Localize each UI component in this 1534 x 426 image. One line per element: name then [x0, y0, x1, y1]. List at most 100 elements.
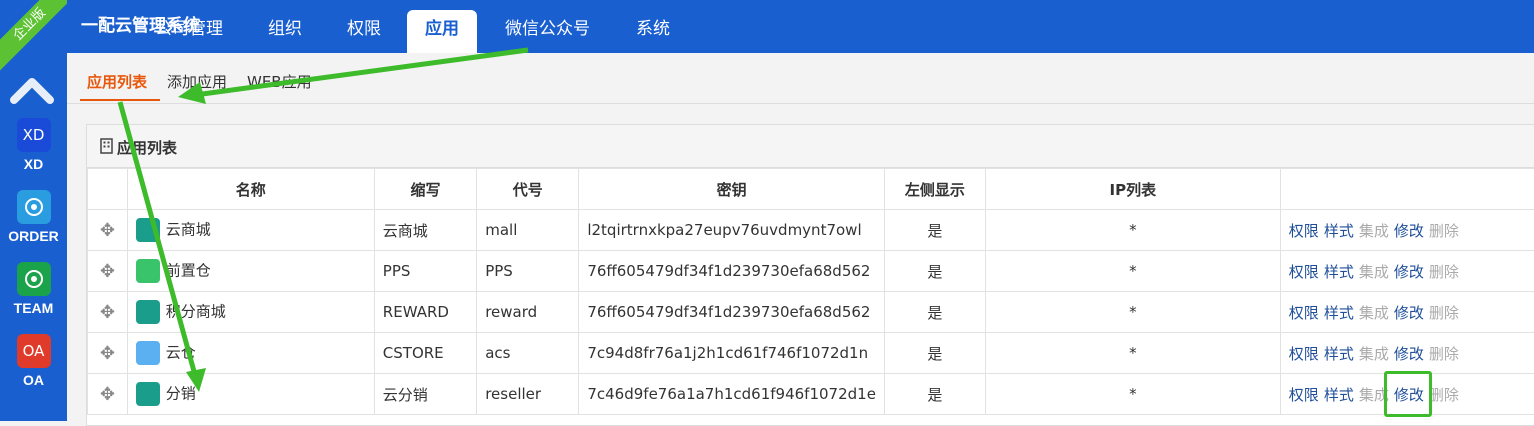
- column-header: 缩写: [374, 169, 476, 210]
- nav-tab-1[interactable]: 组织: [250, 10, 320, 53]
- highlight-box: [1384, 371, 1432, 417]
- cell-key: 7c94d8fr76a1j2h1cd61f746f1072d1n: [579, 333, 885, 374]
- drag-handle-icon[interactable]: ✥: [100, 220, 115, 241]
- table-header-row: 名称缩写代号密钥左侧显示IP列表: [88, 169, 1534, 210]
- action-0[interactable]: 权限: [1289, 222, 1319, 240]
- rail-app-label: ORDER: [0, 228, 67, 244]
- rail-app-label: OA: [0, 372, 67, 388]
- drag-handle-icon[interactable]: ✥: [100, 343, 115, 364]
- cell-abbr: CSTORE: [374, 333, 476, 374]
- cell-abbr: REWARD: [374, 292, 476, 333]
- app-icon: [136, 382, 160, 406]
- cell-abbr: 云分销: [374, 374, 476, 415]
- table-row: ✥云商城云商城malll2tqirtrnxkpa27eupv76uvdmynt7…: [88, 210, 1534, 251]
- action-4: 删除: [1429, 222, 1459, 240]
- row-actions: 权限样式集成修改删除: [1280, 292, 1534, 333]
- action-0[interactable]: 权限: [1289, 263, 1319, 281]
- action-1[interactable]: 样式: [1324, 345, 1354, 363]
- sub-tab-2[interactable]: WEB应用: [247, 71, 312, 92]
- column-header: 名称: [127, 169, 374, 210]
- action-0[interactable]: 权限: [1289, 304, 1319, 322]
- drag-column-header: [88, 169, 128, 210]
- panel-title: 应用列表: [117, 137, 177, 158]
- action-3[interactable]: 修改: [1394, 304, 1424, 322]
- cell-ip: *: [985, 210, 1280, 251]
- panel-header: 应用列表: [87, 125, 1534, 168]
- rail-app-order[interactable]: ORDER: [0, 190, 67, 244]
- nav-tab-2[interactable]: 权限: [329, 10, 399, 53]
- rail-app-xd[interactable]: XD XD: [0, 118, 67, 172]
- cell-code: acs: [477, 333, 579, 374]
- app-name: 云仓: [166, 344, 196, 362]
- left-app-rail: 企业版 XD XD ORDER TEAM OAOA: [0, 0, 67, 421]
- app-name: 云商城: [166, 221, 211, 239]
- nav-tab-5[interactable]: 系统: [618, 10, 688, 53]
- nav-tab-4[interactable]: 微信公众号: [487, 10, 608, 53]
- row-actions: 权限样式集成修改删除: [1280, 251, 1534, 292]
- action-1[interactable]: 样式: [1324, 386, 1354, 404]
- action-4: 删除: [1429, 304, 1459, 322]
- action-2: 集成: [1359, 345, 1389, 363]
- cell-code: reward: [477, 292, 579, 333]
- column-header: IP列表: [985, 169, 1280, 210]
- drag-handle-icon[interactable]: ✥: [100, 261, 115, 282]
- xd-tile-icon: XD: [17, 118, 51, 152]
- chevron-up-icon[interactable]: [10, 72, 54, 106]
- app-table: 名称缩写代号密钥左侧显示IP列表 ✥云商城云商城malll2tqirtrnxkp…: [87, 168, 1534, 415]
- cell-key: 76ff605479df34f1d239730efa68d562: [579, 251, 885, 292]
- action-3[interactable]: 修改: [1394, 345, 1424, 363]
- top-nav-bar: 一配云管理系统 公司管理组织权限应用微信公众号系统: [67, 0, 1534, 53]
- cell-code: reseller: [477, 374, 579, 415]
- action-4: 删除: [1429, 386, 1459, 404]
- nav-tab-0[interactable]: 公司管理: [137, 10, 241, 53]
- cell-abbr: PPS: [374, 251, 476, 292]
- action-0[interactable]: 权限: [1289, 386, 1319, 404]
- app-icon: [136, 259, 160, 283]
- cell-key: 76ff605479df34f1d239730efa68d562: [579, 292, 885, 333]
- sub-tab-bar: 应用列表添加应用 WEB应用: [67, 53, 1534, 104]
- column-header: 密钥: [579, 169, 885, 210]
- app-icon: [136, 341, 160, 365]
- cell-key: 7c46d9fe76a1a7h1cd61f946f1072d1e: [579, 374, 885, 415]
- cell-left: 是: [884, 292, 985, 333]
- table-row: ✥ 分销 云分销reseller7c46d9fe76a1a7h1cd61f946f1…: [88, 374, 1534, 415]
- drag-handle-icon[interactable]: ✥: [100, 384, 115, 405]
- edition-ribbon: 企业版: [0, 0, 67, 75]
- action-1[interactable]: 样式: [1324, 304, 1354, 322]
- cell-ip: *: [985, 374, 1280, 415]
- rail-app-label: TEAM: [0, 300, 67, 316]
- cell-abbr: 云商城: [374, 210, 476, 251]
- sub-tab-0[interactable]: 应用列表: [87, 71, 147, 92]
- rail-app-oa[interactable]: OAOA: [0, 334, 67, 388]
- action-1[interactable]: 样式: [1324, 263, 1354, 281]
- column-header: 代号: [477, 169, 579, 210]
- app-name: 分销: [166, 385, 196, 403]
- action-0[interactable]: 权限: [1289, 345, 1319, 363]
- nav-tab-3[interactable]: 应用: [407, 10, 477, 53]
- cell-ip: *: [985, 292, 1280, 333]
- action-3[interactable]: 修改: [1394, 222, 1424, 240]
- app-icon: [136, 300, 160, 324]
- active-subtab-underline: [80, 99, 160, 101]
- cell-left: 是: [884, 374, 985, 415]
- action-2: 集成: [1359, 222, 1389, 240]
- action-1[interactable]: 样式: [1324, 222, 1354, 240]
- column-header: 左侧显示: [884, 169, 985, 210]
- cell-code: mall: [477, 210, 579, 251]
- action-3[interactable]: 修改: [1394, 263, 1424, 281]
- rail-app-team[interactable]: TEAM: [0, 262, 67, 316]
- rail-app-label: XD: [0, 156, 67, 172]
- sub-tab-1[interactable]: 添加应用: [167, 71, 227, 92]
- order-tile-icon: [17, 190, 51, 224]
- table-row: ✥积分商城REWARDreward76ff605479df34f1d239730…: [88, 292, 1534, 333]
- cell-code: PPS: [477, 251, 579, 292]
- drag-handle-icon[interactable]: ✥: [100, 302, 115, 323]
- table-row: ✥ 云仓 CSTOREacs7c94d8fr76a1j2h1cd61f746f107…: [88, 333, 1534, 374]
- cell-key: l2tqirtrnxkpa27eupv76uvdmynt7owl: [579, 210, 885, 251]
- row-actions: 权限样式集成修改删除: [1280, 210, 1534, 251]
- cell-left: 是: [884, 251, 985, 292]
- cell-ip: *: [985, 251, 1280, 292]
- app-list-panel: 应用列表 名称缩写代号密钥左侧显示IP列表 ✥云商城云商城malll2tqirt…: [86, 124, 1534, 426]
- action-2: 集成: [1359, 304, 1389, 322]
- app-icon: [136, 218, 160, 242]
